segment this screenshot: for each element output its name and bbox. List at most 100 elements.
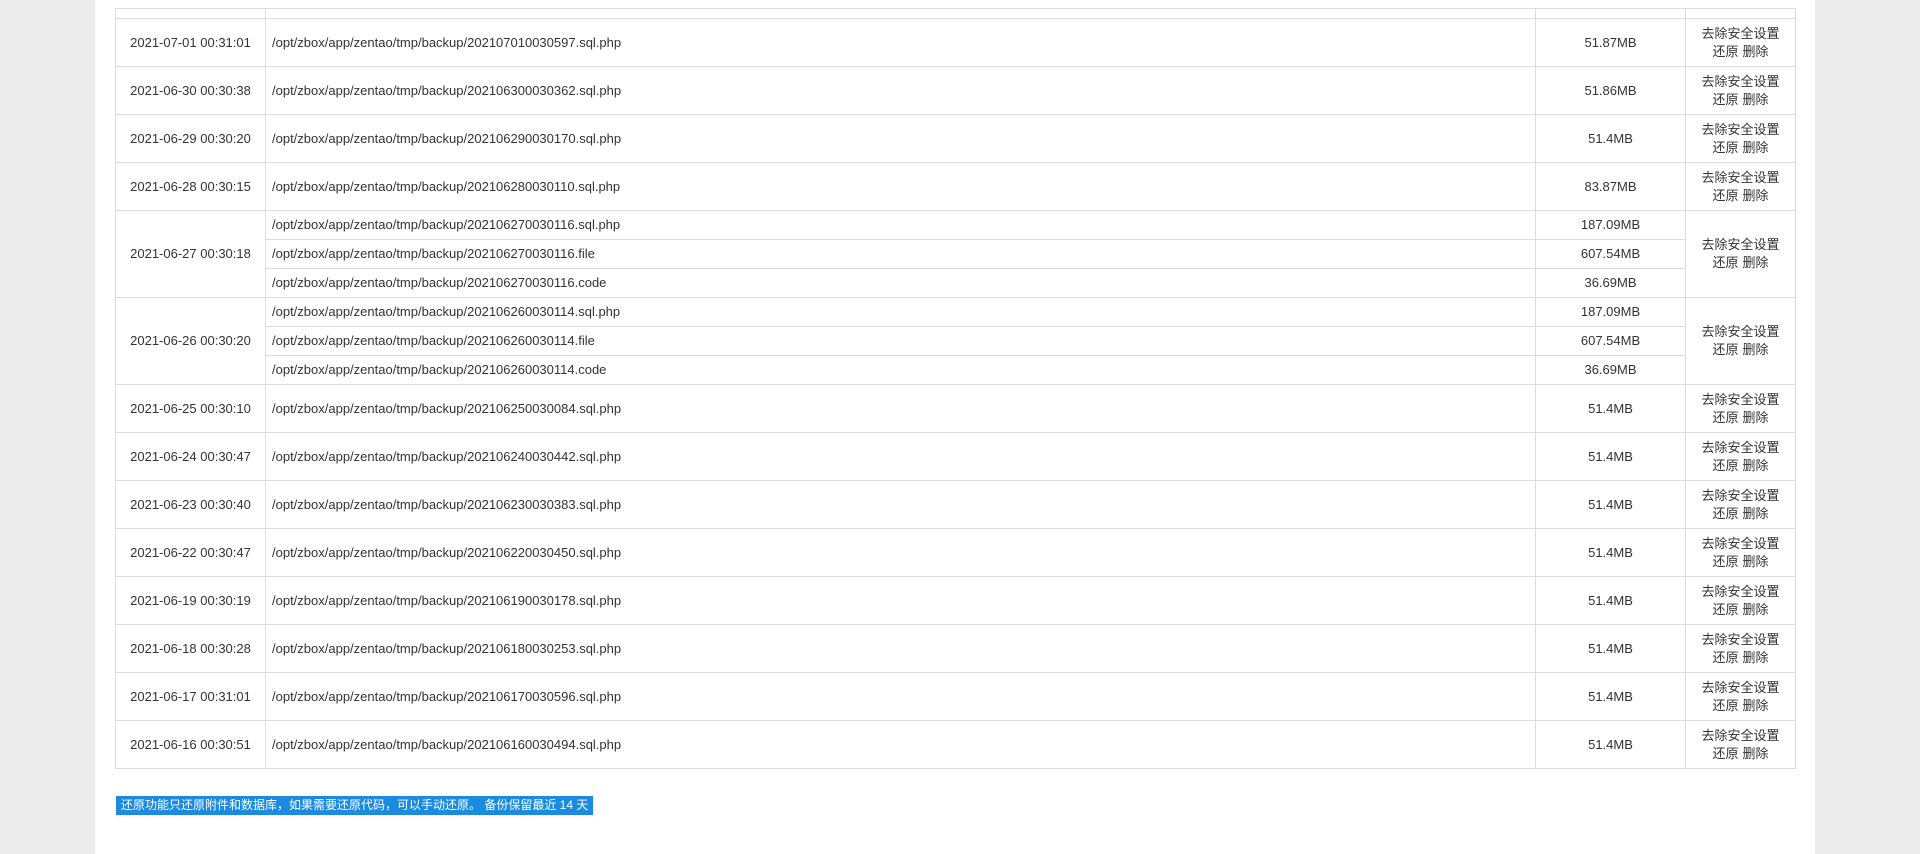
backup-actions: 去除安全设置 还原 删除 — [1685, 672, 1796, 721]
remove-safe-setting-link[interactable]: 去除安全设置 — [1701, 584, 1779, 599]
time-cell — [115, 8, 266, 19]
backup-actions: 去除安全设置 还原 删除 — [1685, 297, 1796, 385]
backup-file-size: 51.4MB — [1535, 114, 1686, 163]
backup-actions: 去除安全设置 还原 删除 — [1685, 114, 1796, 163]
actions-line-2: 还原 删除 — [1692, 553, 1789, 571]
delete-link[interactable]: 删除 — [1743, 92, 1769, 107]
actions-line-1: 去除安全设置 — [1692, 169, 1789, 187]
restore-link[interactable]: 还原 — [1712, 44, 1738, 59]
table-row: /opt/zbox/app/zentao/tmp/backup/20210626… — [116, 355, 1796, 385]
backup-actions: 去除安全设置 还原 删除 — [1685, 576, 1796, 625]
remove-safe-setting-link[interactable]: 去除安全设置 — [1701, 237, 1779, 252]
backup-actions: 去除安全设置还原 删除 — [1685, 66, 1796, 115]
backup-time: 2021-06-22 00:30:47 — [115, 528, 266, 577]
backup-file-size: 51.4MB — [1535, 528, 1686, 577]
actions-line-1: 去除安全设置 — [1692, 631, 1789, 649]
delete-link[interactable]: 删除 — [1743, 746, 1769, 761]
table-row: 2021-06-29 00:30:20/opt/zbox/app/zentao/… — [115, 114, 1796, 163]
actions-line-1: 去除安全设置 — [1692, 487, 1789, 505]
table-row: 2021-06-18 00:30:28/opt/zbox/app/zentao/… — [115, 624, 1796, 673]
actions-line-1: 去除安全设置 — [1692, 535, 1789, 553]
actions-line-2: 还原 删除 — [1692, 341, 1789, 359]
actions-line-1: 去除安全设置 — [1692, 323, 1789, 341]
delete-link[interactable]: 删除 — [1743, 255, 1769, 270]
backup-file-size: 36.69MB — [1535, 355, 1686, 385]
restore-link[interactable]: 还原 — [1712, 410, 1738, 425]
table-row: 2021-06-16 00:30:51/opt/zbox/app/zentao/… — [115, 720, 1796, 769]
remove-safe-setting-link[interactable]: 去除安全设置 — [1701, 26, 1779, 41]
backup-file-size: 51.87MB — [1535, 18, 1686, 67]
remove-safe-setting-link[interactable]: 去除安全设置 — [1701, 680, 1779, 695]
backup-file-path: /opt/zbox/app/zentao/tmp/backup/20210626… — [265, 355, 1536, 385]
restore-link[interactable]: 还原 — [1712, 506, 1738, 521]
backup-file-path: /opt/zbox/app/zentao/tmp/backup/20210626… — [265, 297, 1536, 327]
restore-link[interactable]: 还原 — [1712, 140, 1738, 155]
delete-link[interactable]: 删除 — [1743, 44, 1769, 59]
actions-line-1: 去除安全设置 — [1692, 121, 1789, 139]
delete-link[interactable]: 删除 — [1743, 410, 1769, 425]
backup-actions: 去除安全设置还原 删除 — [1685, 162, 1796, 211]
table-row: 2021-06-27 00:30:18/opt/zbox/app/zentao/… — [115, 210, 1796, 298]
actions-line-2: 还原 删除 — [1692, 601, 1789, 619]
backup-file-path: /opt/zbox/app/zentao/tmp/backup/20210623… — [265, 480, 1536, 529]
backup-actions: 去除安全设置 还原 删除 — [1685, 720, 1796, 769]
restore-link[interactable]: 还原 — [1712, 746, 1738, 761]
remove-safe-setting-link[interactable]: 去除安全设置 — [1701, 122, 1779, 137]
remove-safe-setting-link[interactable]: 去除安全设置 — [1701, 488, 1779, 503]
backup-time: 2021-06-26 00:30:20 — [115, 297, 266, 385]
backup-actions: 去除安全设置 还原 删除 — [1685, 528, 1796, 577]
backup-table: 2021-07-01 00:31:01/opt/zbox/app/zentao/… — [115, 8, 1796, 769]
actions-line-2: 还原 删除 — [1692, 457, 1789, 475]
restore-link[interactable]: 还原 — [1712, 650, 1738, 665]
remove-safe-setting-link[interactable]: 去除安全设置 — [1701, 170, 1779, 185]
remove-safe-setting-link[interactable]: 去除安全设置 — [1701, 392, 1779, 407]
delete-link[interactable]: 删除 — [1743, 650, 1769, 665]
backup-file-path: /opt/zbox/app/zentao/tmp/backup/20210627… — [265, 239, 1536, 269]
actions-line-1: 去除安全设置 — [1692, 25, 1789, 43]
restore-link[interactable]: 还原 — [1712, 188, 1738, 203]
backup-file-size: 51.4MB — [1535, 432, 1686, 481]
remove-safe-setting-link[interactable]: 去除安全设置 — [1701, 440, 1779, 455]
backup-time: 2021-06-17 00:31:01 — [115, 672, 266, 721]
restore-link[interactable]: 还原 — [1712, 255, 1738, 270]
delete-link[interactable]: 删除 — [1743, 342, 1769, 357]
backup-table-body: 2021-07-01 00:31:01/opt/zbox/app/zentao/… — [115, 8, 1796, 769]
remove-safe-setting-link[interactable]: 去除安全设置 — [1701, 536, 1779, 551]
restore-link[interactable]: 还原 — [1712, 342, 1738, 357]
backup-time: 2021-06-27 00:30:18 — [115, 210, 266, 298]
remove-safe-setting-link[interactable]: 去除安全设置 — [1701, 632, 1779, 647]
backup-time: 2021-06-25 00:30:10 — [115, 384, 266, 433]
actions-line-2: 还原 删除 — [1692, 697, 1789, 715]
backup-file-path: /opt/zbox/app/zentao/tmp/backup/20210625… — [265, 384, 1536, 433]
restore-link[interactable]: 还原 — [1712, 554, 1738, 569]
delete-link[interactable]: 删除 — [1743, 506, 1769, 521]
delete-link[interactable]: 删除 — [1743, 554, 1769, 569]
delete-link[interactable]: 删除 — [1743, 140, 1769, 155]
remove-safe-setting-link[interactable]: 去除安全设置 — [1701, 324, 1779, 339]
delete-link[interactable]: 删除 — [1743, 188, 1769, 203]
actions-line-1: 去除安全设置 — [1692, 583, 1789, 601]
actions-line-2: 还原 删除 — [1692, 745, 1789, 763]
restore-link[interactable]: 还原 — [1712, 458, 1738, 473]
table-row: /opt/zbox/app/zentao/tmp/backup/20210627… — [116, 239, 1796, 269]
table-row: 2021-06-19 00:30:19/opt/zbox/app/zentao/… — [115, 576, 1796, 625]
backup-file-path: /opt/zbox/app/zentao/tmp/backup/20210618… — [265, 624, 1536, 673]
backup-actions: 去除安全设置还原 删除 — [1685, 624, 1796, 673]
restore-link[interactable]: 还原 — [1712, 698, 1738, 713]
delete-link[interactable]: 删除 — [1743, 698, 1769, 713]
backup-file-path: /opt/zbox/app/zentao/tmp/backup/20210628… — [265, 162, 1536, 211]
remove-safe-setting-link[interactable]: 去除安全设置 — [1701, 728, 1779, 743]
actions-line-2: 还原 删除 — [1692, 139, 1789, 157]
backup-file-size: 51.4MB — [1535, 720, 1686, 769]
remove-safe-setting-link[interactable]: 去除安全设置 — [1701, 74, 1779, 89]
restore-link[interactable]: 还原 — [1712, 92, 1738, 107]
table-row: 2021-06-25 00:30:10/opt/zbox/app/zentao/… — [115, 384, 1796, 433]
restore-link[interactable]: 还原 — [1712, 602, 1738, 617]
backup-file-size: 36.69MB — [1535, 268, 1686, 298]
delete-link[interactable]: 删除 — [1743, 458, 1769, 473]
actions-line-1: 去除安全设置 — [1692, 439, 1789, 457]
backup-file-size: 51.4MB — [1535, 480, 1686, 529]
delete-link[interactable]: 删除 — [1743, 602, 1769, 617]
table-row: 2021-06-24 00:30:47/opt/zbox/app/zentao/… — [115, 432, 1796, 481]
backup-file-path: /opt/zbox/app/zentao/tmp/backup/20210630… — [265, 66, 1536, 115]
